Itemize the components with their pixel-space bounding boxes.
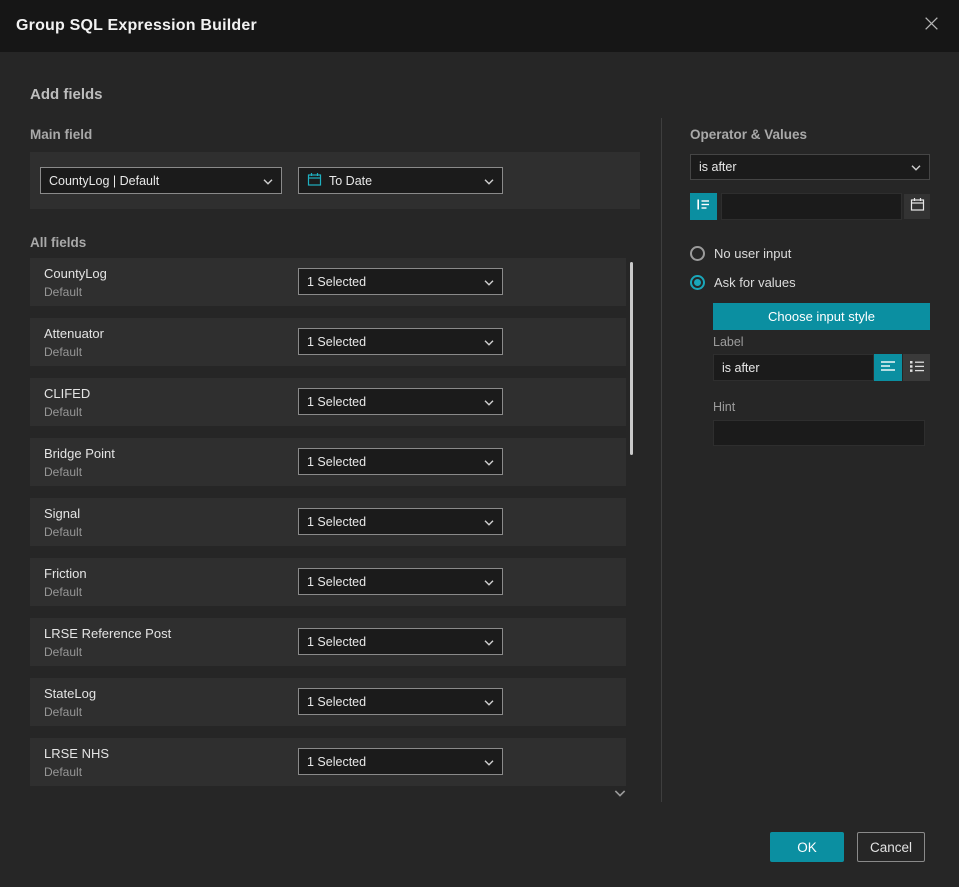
chevron-down-icon — [263, 174, 273, 188]
field-row: LRSE Reference Post Default 1 Selected — [30, 618, 626, 666]
calendar-icon — [307, 172, 322, 190]
field-selected-dropdown[interactable]: 1 Selected — [298, 688, 503, 715]
field-subtitle: Default — [44, 345, 83, 359]
chevron-down-icon — [484, 174, 494, 188]
field-name: LRSE Reference Post — [44, 626, 172, 641]
vertical-divider — [661, 118, 662, 802]
field-selected-value: 1 Selected — [307, 514, 367, 529]
radio-ask-for-values[interactable] — [690, 275, 705, 290]
field-subtitle: Default — [44, 585, 83, 599]
field-selected-dropdown[interactable]: 1 Selected — [298, 628, 503, 655]
cancel-button[interactable]: Cancel — [857, 832, 925, 862]
operator-values-heading: Operator & Values — [690, 127, 808, 142]
field-name: Attenuator — [44, 326, 104, 341]
chevron-down-icon — [484, 635, 494, 649]
input-style-list-button[interactable] — [903, 354, 930, 381]
field-row: StateLog Default 1 Selected — [30, 678, 626, 726]
radio-ask-for-values-label[interactable]: Ask for values — [714, 275, 796, 290]
field-selected-dropdown[interactable]: 1 Selected — [298, 268, 503, 295]
field-selected-dropdown[interactable]: 1 Selected — [298, 328, 503, 355]
chevron-down-icon — [484, 755, 494, 769]
field-selected-dropdown[interactable]: 1 Selected — [298, 508, 503, 535]
label-input[interactable] — [713, 354, 874, 381]
dialog-header: Group SQL Expression Builder — [0, 0, 959, 52]
bulleted-list-icon — [909, 359, 924, 377]
field-row: CountyLog Default 1 Selected — [30, 258, 626, 306]
field-row: Signal Default 1 Selected — [30, 498, 626, 546]
date-mode-button[interactable] — [690, 193, 717, 220]
field-row: Friction Default 1 Selected — [30, 558, 626, 606]
date-field-select-value: To Date — [329, 173, 373, 188]
operator-select-value: is after — [699, 160, 737, 174]
all-fields-list: CountyLog Default 1 Selected Attenuator … — [30, 258, 626, 798]
field-name: CountyLog — [44, 266, 107, 281]
dialog-title: Group SQL Expression Builder — [16, 17, 257, 34]
main-field-panel: CountyLog | Default To Date — [30, 152, 640, 209]
field-selected-value: 1 Selected — [307, 334, 367, 349]
operator-select[interactable]: is after — [690, 154, 930, 180]
chevron-down-icon — [911, 160, 921, 174]
radio-no-user-input[interactable] — [690, 246, 705, 261]
field-name: StateLog — [44, 686, 97, 701]
add-fields-heading: Add fields — [30, 86, 103, 103]
field-row: Bridge Point Default 1 Selected — [30, 438, 626, 486]
date-value-input[interactable] — [721, 193, 902, 220]
chevron-down-icon — [484, 515, 494, 529]
calendar-button[interactable] — [904, 194, 930, 219]
main-field-select[interactable]: CountyLog | Default — [40, 167, 282, 194]
scroll-down-icon[interactable] — [614, 784, 626, 802]
field-selected-value: 1 Selected — [307, 274, 367, 289]
align-left-icon — [881, 359, 895, 377]
field-selected-value: 1 Selected — [307, 394, 367, 409]
field-selected-value: 1 Selected — [307, 454, 367, 469]
field-selected-dropdown[interactable]: 1 Selected — [298, 388, 503, 415]
field-subtitle: Default — [44, 405, 83, 419]
field-selected-value: 1 Selected — [307, 634, 367, 649]
group-sql-expression-builder-dialog: Group SQL Expression Builder Add fields … — [0, 0, 959, 887]
list-lines-icon — [696, 197, 711, 217]
scrollbar-thumb[interactable] — [630, 262, 633, 455]
chevron-down-icon — [484, 275, 494, 289]
field-row: CLIFED Default 1 Selected — [30, 378, 626, 426]
field-selected-value: 1 Selected — [307, 574, 367, 589]
field-selected-dropdown[interactable]: 1 Selected — [298, 568, 503, 595]
ok-button[interactable]: OK — [770, 832, 844, 862]
field-name: Friction — [44, 566, 87, 581]
chevron-down-icon — [484, 695, 494, 709]
field-name: LRSE NHS — [44, 746, 110, 761]
field-subtitle: Default — [44, 465, 83, 479]
hint-field-label: Hint — [713, 400, 736, 414]
main-field-label: Main field — [30, 127, 93, 142]
field-selected-dropdown[interactable]: 1 Selected — [298, 748, 503, 775]
close-icon — [923, 15, 940, 37]
field-selected-dropdown[interactable]: 1 Selected — [298, 448, 503, 475]
calendar-icon — [910, 197, 925, 217]
field-selected-value: 1 Selected — [307, 754, 367, 769]
chevron-down-icon — [484, 335, 494, 349]
input-style-text-button[interactable] — [874, 354, 902, 381]
field-name: Bridge Point — [44, 446, 115, 461]
all-fields-label: All fields — [30, 235, 87, 250]
hint-input[interactable] — [713, 420, 925, 446]
main-field-select-value: CountyLog | Default — [49, 173, 160, 188]
chevron-down-icon — [484, 575, 494, 589]
field-subtitle: Default — [44, 525, 83, 539]
chevron-down-icon — [484, 455, 494, 469]
field-row: Attenuator Default 1 Selected — [30, 318, 626, 366]
field-subtitle: Default — [44, 285, 83, 299]
field-name: CLIFED — [44, 386, 91, 401]
choose-input-style-button[interactable]: Choose input style — [713, 303, 930, 330]
radio-no-user-input-label[interactable]: No user input — [714, 246, 791, 261]
field-subtitle: Default — [44, 765, 83, 779]
close-button[interactable] — [919, 14, 943, 38]
field-selected-value: 1 Selected — [307, 694, 367, 709]
field-subtitle: Default — [44, 705, 83, 719]
field-name: Signal — [44, 506, 81, 521]
date-field-select[interactable]: To Date — [298, 167, 503, 194]
field-subtitle: Default — [44, 645, 83, 659]
label-field-label: Label — [713, 335, 744, 349]
field-row: LRSE NHS Default 1 Selected — [30, 738, 626, 786]
chevron-down-icon — [484, 395, 494, 409]
